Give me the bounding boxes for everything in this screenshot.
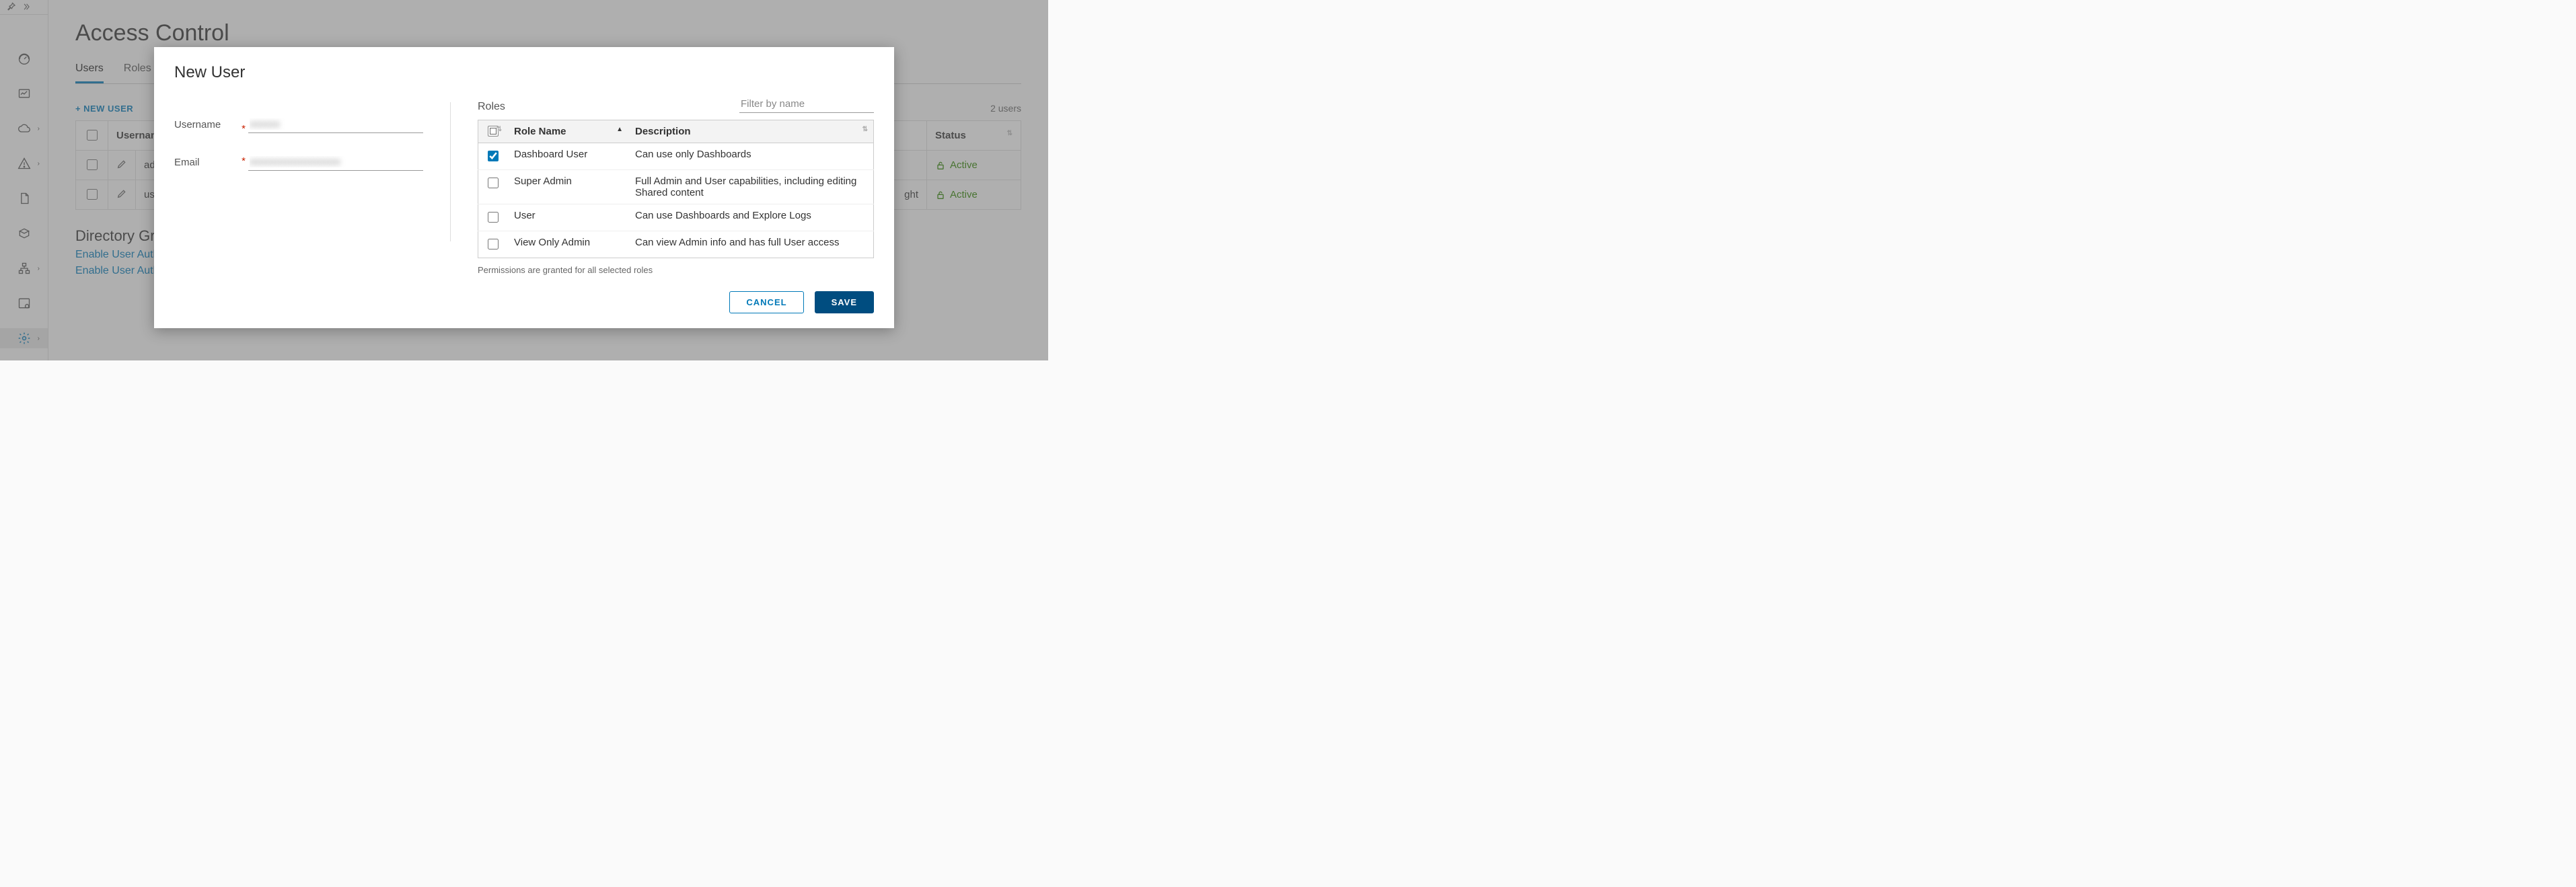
role-desc: Can use Dashboards and Explore Logs [628, 204, 874, 231]
role-row[interactable]: View Only Admin Can view Admin info and … [478, 231, 874, 258]
divider [450, 102, 451, 241]
role-desc: Can view Admin info and has full User ac… [628, 231, 874, 258]
role-desc: Can use only Dashboards [628, 143, 874, 170]
email-input[interactable] [248, 153, 423, 171]
role-row[interactable]: Dashboard User Can use only Dashboards [478, 143, 874, 170]
role-name: Dashboard User [507, 143, 628, 170]
sort-icon: ⇅ [862, 126, 868, 133]
roles-section-title: Roles [478, 101, 505, 113]
permissions-note: Permissions are granted for all selected… [478, 265, 874, 275]
modal-overlay: New User Username * Email * [0, 0, 1048, 360]
save-button[interactable]: SAVE [815, 291, 874, 313]
col-role-name-label: Role Name [514, 126, 566, 137]
sort-asc-icon: ▲ [616, 126, 623, 133]
role-desc: Full Admin and User capabilities, includ… [628, 170, 874, 204]
dialog-title: New User [174, 63, 874, 82]
username-input[interactable] [248, 116, 423, 133]
role-row[interactable]: Super Admin Full Admin and User capabili… [478, 170, 874, 204]
role-row[interactable]: User Can use Dashboards and Explore Logs [478, 204, 874, 231]
sort-icon: ⇅ [496, 126, 502, 133]
role-checkbox[interactable] [488, 239, 499, 249]
cancel-button[interactable]: CANCEL [729, 291, 803, 313]
new-user-dialog: New User Username * Email * [154, 47, 894, 328]
role-checkbox[interactable] [488, 151, 499, 161]
email-label: Email * [174, 157, 248, 168]
role-name: User [507, 204, 628, 231]
username-label: Username * [174, 119, 248, 130]
roles-table: ⇅ Role Name ▲ Description ⇅ [478, 120, 874, 258]
roles-filter-input[interactable] [739, 95, 874, 113]
role-name: View Only Admin [507, 231, 628, 258]
role-checkbox[interactable] [488, 178, 499, 188]
col-role-desc-label: Description [635, 126, 691, 137]
role-name: Super Admin [507, 170, 628, 204]
role-checkbox[interactable] [488, 212, 499, 223]
col-role-name[interactable]: Role Name ▲ [507, 120, 628, 143]
col-role-desc[interactable]: Description ⇅ [628, 120, 874, 143]
